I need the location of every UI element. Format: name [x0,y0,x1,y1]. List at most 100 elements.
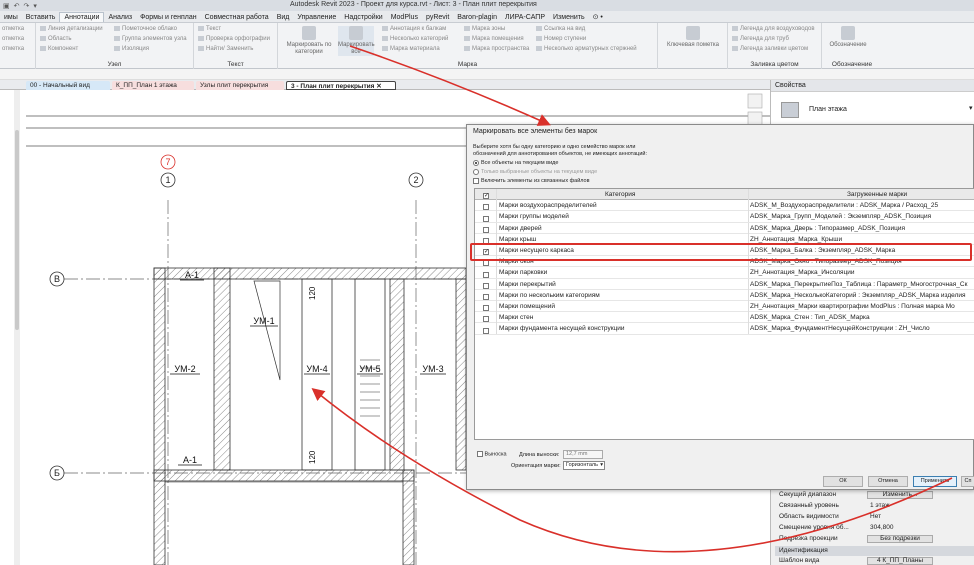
room-tag-button[interactable]: Марка помещения [464,36,524,42]
space-tag-button[interactable]: Марка пространства [464,46,529,52]
multi-rebar-button[interactable]: Несколько арматурных стержней [536,46,637,52]
crop-button[interactable]: Без подрезки [867,535,933,543]
tab-pyrevit[interactable]: pyRevit [422,13,453,22]
table-row[interactable]: Марки помещений ZH_Аннотация_Марки кварти… [475,301,974,313]
text-button[interactable]: Текст [198,26,221,32]
tab-extra[interactable]: ⊙ • [589,12,607,22]
chevron-down-icon[interactable]: ▾ [600,462,603,469]
keynote-button[interactable]: Ключевая пометка [662,26,724,49]
leader-checkbox-row[interactable]: Выноска [477,451,507,457]
row-checkbox[interactable] [483,294,489,301]
color-fill-legend-button[interactable]: Легенда заливки цветом [732,46,808,52]
tab-addins[interactable]: Надстройки [340,13,386,22]
edit-range-button[interactable]: Изменить... [867,491,933,499]
close-icon[interactable]: ✕ [374,83,381,90]
redo-icon[interactable]: ↷ [24,2,30,10]
revision-cloud-button[interactable]: Пометочное облако [114,26,177,32]
vertical-scrollbar[interactable] [14,90,20,565]
tab-lira[interactable]: ЛИРА-САПР [501,13,549,22]
ribbon-item[interactable]: отметка [2,46,24,52]
radio-selected-objects[interactable]: Только выбранные объекты на текущем виде [473,169,597,175]
row-checkbox[interactable] [483,282,489,289]
tab-insert[interactable]: Вставить [22,13,60,22]
include-linked-checkbox[interactable]: Включить элементы из связанных файлов [473,178,590,184]
table-row[interactable]: Марки по нескольким категориям ADSK_Марка… [475,289,974,301]
row-checkbox[interactable] [483,226,489,233]
row-checkbox[interactable] [483,271,489,278]
duct-legend-button[interactable]: Легенда для воздуховодов [732,26,815,32]
table-row[interactable]: Марки группы моделей ADSK_Марка_Групп_Мод… [475,211,974,223]
scroll-thumb[interactable] [15,130,19,330]
find-replace-button[interactable]: Найти/ Заменить [198,46,253,52]
table-row[interactable]: Марки перекрытий ADSK_Марка_ПерекрытиеПоз… [475,278,974,290]
tab-create[interactable]: имы [0,13,22,22]
tab-analyze[interactable]: Анализ [104,13,136,22]
column-header-tags[interactable]: Загруженные марки [847,189,907,200]
column-header-category[interactable]: Категория [605,189,635,200]
row-tag[interactable]: ADSK_Марка_ФундаментНесущейКонструкции :… [750,323,930,334]
material-tag-button[interactable]: Марка материала [382,46,440,52]
property-value[interactable]: 304,800 [870,523,894,533]
table-row[interactable]: Марки воздухораспределителей ADSK_M_Возду… [475,200,974,212]
chevron-down-icon[interactable]: ▾ [969,104,973,112]
row-tag[interactable]: ADSK_Марка_Дверь : Типоразмер_ADSK_Позиц… [750,223,905,234]
cancel-button[interactable]: Отмена [868,476,908,487]
leader-length-input[interactable]: 12,7 mm [563,450,603,459]
tab-baron[interactable]: Baron-plagin [453,13,501,22]
table-row[interactable]: Марки парковки ZH_Аннотация_Марка_Инсоляц… [475,267,974,279]
property-value[interactable]: 1 этаж [870,501,889,511]
symbol-button[interactable]: Обозначение [826,26,870,49]
save-icon[interactable]: ▣ [3,2,10,10]
help-button[interactable]: Сп [961,476,974,487]
row-checkbox[interactable] [483,215,489,222]
row-checkbox[interactable] [483,327,489,334]
component-button[interactable]: Компонент [40,46,78,52]
select-all-checkbox[interactable] [483,191,489,202]
tab-view[interactable]: Вид [273,13,294,22]
view-tab[interactable]: 00 - Начальный вид [26,81,110,90]
row-tag[interactable]: ADSK_Марка_ПерекрытиеПоз_Таблица : Парам… [750,279,967,290]
table-row[interactable]: Марки дверей ADSK_Марка_Дверь : Типоразме… [475,222,974,234]
row-tag[interactable]: ADSK_M_Воздухораспределители : ADSK_Марк… [750,200,938,211]
ribbon-item[interactable]: отметка [2,26,24,32]
detail-line-button[interactable]: Линия детализации [40,26,103,32]
stair-number-button[interactable]: Номер ступени [536,36,586,42]
multi-category-button[interactable]: Несколько категорий [382,36,448,42]
property-section[interactable]: Идентификация [775,546,974,556]
detail-group-button[interactable]: Группа элементов узла [114,36,187,42]
row-tag[interactable]: ZH_Аннотация_Марка_Инсоляции [750,267,855,278]
view-tab[interactable]: Узлы плит перекрытия [196,81,284,90]
property-value[interactable]: Нет [870,512,881,522]
radio-all-objects[interactable]: Все объекты на текущем виде [473,160,558,166]
view-tab[interactable]: К_ПП_План 1 этажа [112,81,194,90]
spelling-button[interactable]: Проверка орфографии [198,36,270,42]
tab-modify[interactable]: Изменить [549,13,589,22]
tab-annotate[interactable]: Аннотации [59,12,105,22]
row-tag[interactable]: ADSK_Марка_Стен : Тип_ADSK_Марка [750,312,870,323]
view-reference-button[interactable]: Ссылка на вид [536,26,585,32]
row-checkbox[interactable] [483,260,489,267]
checkbox[interactable] [473,178,479,184]
leader-checkbox[interactable] [477,451,483,457]
ok-button[interactable]: ОК [823,476,863,487]
tag-all-button[interactable]: Маркировать все [338,26,375,56]
undo-icon[interactable]: ↶ [14,2,20,10]
row-tag[interactable]: ADSK_Марка_Групп_Моделей : Экземпляр_ADS… [750,211,931,222]
row-checkbox[interactable] [483,316,489,323]
view-tab-active[interactable]: 3 - План плит перекрытия ✕ [286,81,396,90]
region-button[interactable]: Область [40,36,72,42]
ribbon-item[interactable]: отметка [2,36,24,42]
orientation-select[interactable]: Горизонталь ▾ [563,461,605,470]
tab-massing[interactable]: Формы и генплан [136,13,201,22]
tab-manage[interactable]: Управление [293,13,340,22]
view-cube-icon[interactable] [747,93,763,109]
tag-by-category-button[interactable]: Маркировать по категории [280,26,338,56]
row-tag[interactable]: ADSK_Марка_НесколькоКатегорий : Экземпля… [750,290,966,301]
table-row[interactable]: Марки фундамента несущей конструкции ADSK… [475,323,974,335]
table-row[interactable]: Марки стен ADSK_Марка_Стен : Тип_ADSK_Мар… [475,312,974,324]
dropdown-icon[interactable]: ▾ [33,2,37,10]
row-checkbox[interactable] [483,204,489,211]
radio-dot[interactable] [473,169,479,175]
area-tag-button[interactable]: Марка зоны [464,26,505,32]
insulation-button[interactable]: Изоляция [114,46,149,52]
